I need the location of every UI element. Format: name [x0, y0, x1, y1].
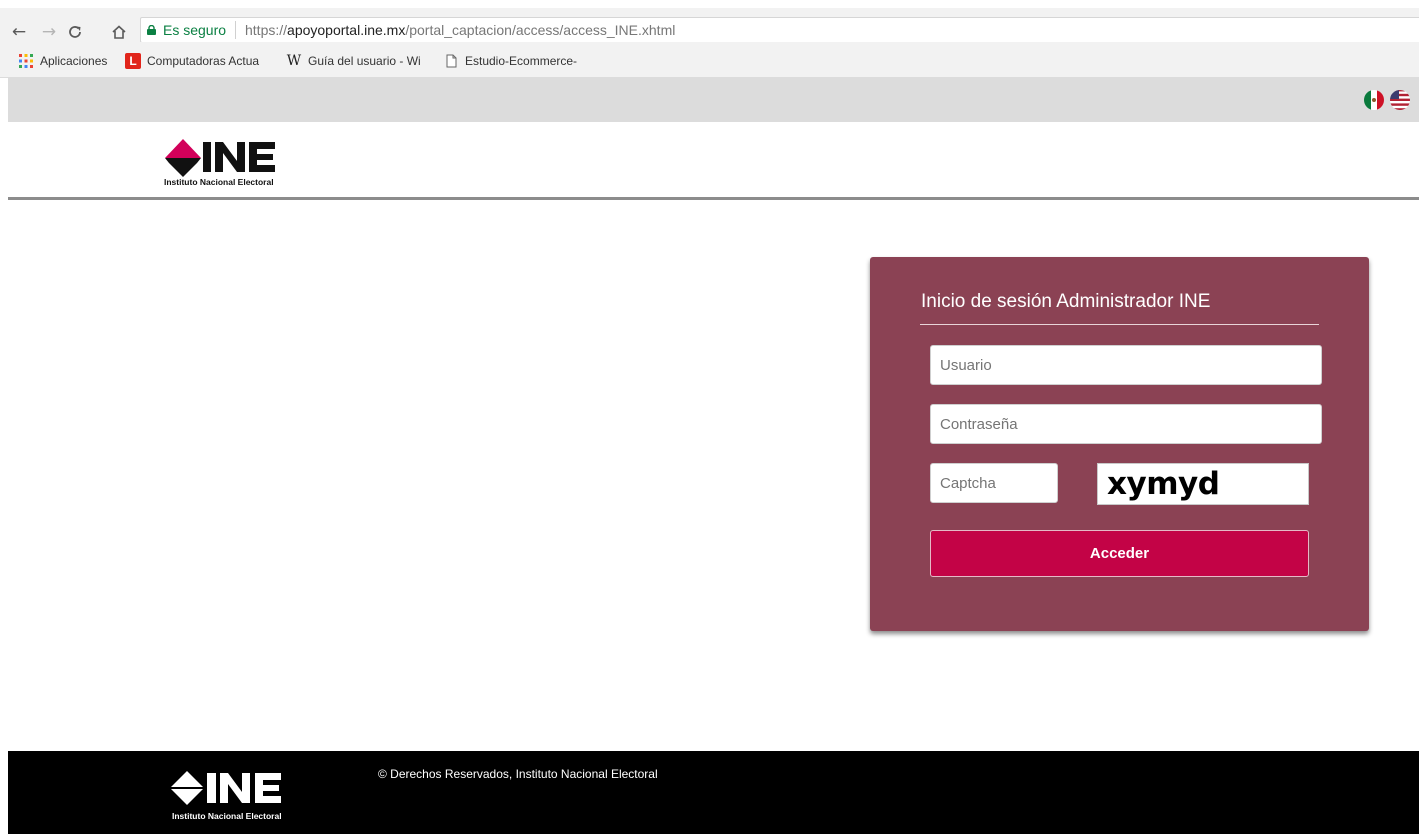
reload-icon[interactable]	[64, 22, 86, 42]
browser-address-bar: ← → Es seguro https://apoyoportal.ine.mx…	[0, 0, 1419, 43]
bookmark-label: Computadoras Actua	[147, 54, 260, 68]
bookmark-label: Guía del usuario - Wi	[308, 54, 421, 68]
bookmark-apps[interactable]: Aplicaciones	[18, 52, 123, 70]
login-card: Inicio de sesión Administrador INE xymyd…	[870, 257, 1369, 631]
url-bar[interactable]: Es seguro https://apoyoportal.ine.mx/por…	[140, 17, 1419, 43]
forward-arrow-icon[interactable]: →	[38, 22, 60, 42]
language-bar	[8, 78, 1419, 122]
url-text: https://apoyoportal.ine.mx/portal_captac…	[245, 22, 675, 39]
usa-flag-icon[interactable]	[1389, 89, 1411, 111]
lock-icon	[147, 25, 156, 35]
document-icon	[443, 53, 459, 69]
back-arrow-icon[interactable]: ←	[8, 22, 30, 42]
footer-copyright: © Derechos Reservados, Instituto Naciona…	[378, 767, 658, 781]
url-separator	[235, 21, 236, 39]
url-host: apoyoportal.ine.mx	[287, 22, 406, 38]
home-icon[interactable]	[108, 22, 130, 42]
url-path: /portal_captacion/access/access_INE.xhtm…	[405, 22, 676, 38]
footer-brand-subtitle: Instituto Nacional Electoral	[172, 811, 282, 821]
bookmarks-bar: Aplicaciones L Computadoras Actua W Guía…	[0, 42, 1419, 78]
site-footer: Instituto Nacional Electoral © Derechos …	[8, 751, 1419, 834]
ine-logo[interactable]: Instituto Nacional Electoral	[155, 137, 315, 189]
username-input[interactable]	[930, 345, 1322, 385]
apps-grid-icon	[18, 53, 34, 69]
bookmark-label: Aplicaciones	[40, 54, 108, 68]
login-title: Inicio de sesión Administrador INE	[921, 291, 1211, 312]
title-divider	[920, 324, 1319, 325]
wikipedia-w-icon: W	[286, 53, 302, 69]
bookmark-estudio[interactable]: Estudio-Ecommerce-	[443, 52, 588, 70]
bookmark-label: Estudio-Ecommerce-	[465, 54, 578, 68]
l-logo-icon: L	[125, 53, 141, 69]
site-header: Instituto Nacional Electoral	[8, 122, 1419, 200]
captcha-input[interactable]	[930, 463, 1058, 503]
password-input[interactable]	[930, 404, 1322, 444]
secure-label: Es seguro	[163, 22, 227, 38]
acceder-button[interactable]: Acceder	[930, 530, 1309, 577]
mexico-flag-icon[interactable]	[1363, 89, 1385, 111]
language-flags	[1363, 89, 1417, 111]
footer-ine-logo: Instituto Nacional Electoral	[163, 767, 323, 827]
url-scheme: https://	[245, 22, 288, 38]
captcha-image: xymyd	[1097, 463, 1309, 505]
bookmark-computadoras[interactable]: L Computadoras Actua	[125, 52, 268, 70]
header-brand-subtitle: Instituto Nacional Electoral	[164, 177, 274, 187]
bookmark-guia[interactable]: W Guía del usuario - Wi	[286, 52, 421, 70]
